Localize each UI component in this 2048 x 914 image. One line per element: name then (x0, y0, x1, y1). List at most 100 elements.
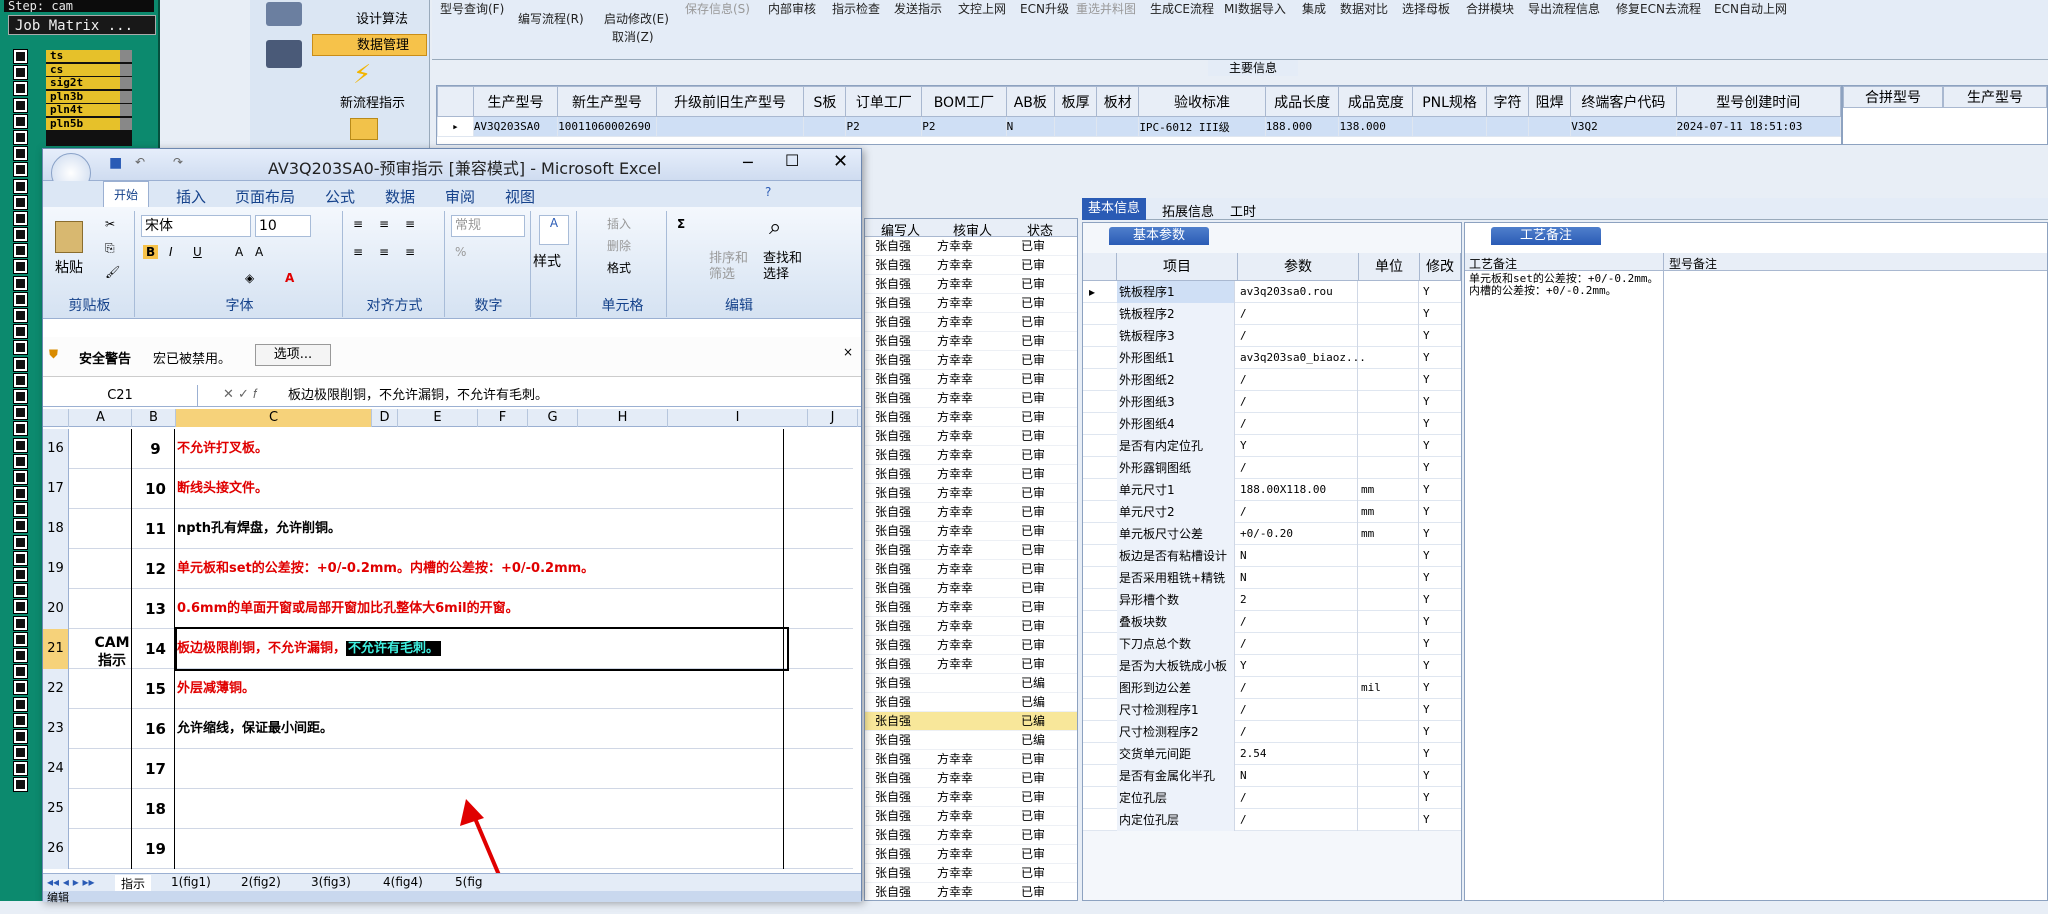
cell-number[interactable]: 18 (137, 789, 175, 829)
toolbar-btn-mi-import[interactable]: MI数据导入 (1224, 0, 1286, 17)
param-row[interactable]: 单元尺寸1 188.00X118.00 mm Y (1083, 479, 1461, 501)
toolbar-btn-send[interactable]: 发送指示 (894, 0, 942, 17)
col-header[interactable]: B (132, 409, 176, 427)
toolbar-btn-reselect[interactable]: 重选并料图 (1076, 0, 1136, 17)
param-value[interactable]: / (1238, 699, 1358, 721)
layer-checkbox[interactable] (13, 162, 28, 178)
layer-checkbox[interactable] (13, 49, 28, 64)
col-header[interactable]: J (808, 409, 858, 427)
list-item[interactable]: 张自强 方幸幸 已审 (865, 636, 1077, 655)
tab-view[interactable]: 视图 (505, 186, 535, 207)
layer-checkbox[interactable] (13, 647, 28, 663)
layer-checkbox[interactable] (13, 113, 28, 129)
col-header[interactable]: 新生产型号 (557, 86, 657, 117)
layer-checkbox[interactable] (13, 534, 28, 550)
param-row[interactable]: 单元尺寸2/mm Y (1083, 501, 1461, 523)
layer-checkbox[interactable] (13, 324, 28, 340)
toolbar-btn-save[interactable]: 保存信息(S) (685, 0, 750, 17)
cell-j[interactable] (783, 629, 853, 669)
param-value[interactable]: / (1238, 611, 1358, 633)
list-item[interactable]: 张自强 方幸幸 已审 (865, 503, 1077, 522)
row-number[interactable]: 22 (43, 669, 69, 709)
layer-item[interactable]: pln3b (46, 90, 132, 103)
cell-j[interactable] (783, 589, 853, 629)
param-modify[interactable]: Y (1420, 699, 1450, 721)
table-cell[interactable]: 138.000 (1338, 116, 1414, 137)
layer-checkbox[interactable] (13, 728, 28, 744)
param-row[interactable]: 外形图纸2/ Y (1083, 369, 1461, 391)
row-number[interactable]: 23 (43, 709, 69, 749)
param-row[interactable]: 板边是否有粘槽设计 N Y (1083, 545, 1461, 567)
row-number[interactable]: 20 (43, 589, 69, 629)
tab-data[interactable]: 数据 (385, 186, 415, 207)
toolbar-btn-internal-review[interactable]: 内部审核 (768, 0, 816, 17)
param-modify[interactable]: Y (1420, 413, 1450, 435)
layer-checkbox[interactable] (13, 340, 28, 356)
col-header[interactable]: 板材 (1096, 86, 1140, 117)
layer-checkbox[interactable] (13, 518, 28, 534)
param-row[interactable]: ▸ 铣板程序1 av3q203sa0.rou Y (1083, 281, 1461, 303)
font-size-select[interactable]: 10 (255, 215, 311, 237)
layer-checkbox[interactable] (13, 405, 28, 421)
param-modify[interactable]: Y (1420, 677, 1450, 699)
cell-j[interactable] (783, 709, 853, 749)
tab-basic-info[interactable]: 基本信息 (1082, 198, 1146, 220)
param-row[interactable]: 是否有内定位孔 Y Y (1083, 435, 1461, 457)
col-header[interactable]: 单位 (1359, 253, 1420, 281)
cell-a[interactable] (70, 789, 132, 829)
table-cell[interactable] (1096, 116, 1140, 137)
list-item[interactable]: 张自强 方幸幸 已审 (865, 313, 1077, 332)
formula-input[interactable]: 板边极限削铜，不允许漏铜，不允许有毛刺。 (288, 385, 848, 407)
layer-checkbox[interactable] (13, 227, 28, 243)
options-button[interactable]: 选项... (255, 344, 331, 366)
list-item[interactable]: 张自强 方幸幸 已审 (865, 427, 1077, 446)
layer-checkbox[interactable] (13, 129, 28, 145)
param-value[interactable]: / (1238, 369, 1358, 391)
param-value[interactable]: / (1238, 501, 1358, 523)
table-cell[interactable] (1528, 116, 1572, 137)
param-row[interactable]: 铣板程序2/ Y (1083, 303, 1461, 325)
col-header[interactable]: 阻焊 (1528, 86, 1572, 117)
list-item[interactable]: 张自强 方幸幸 已审 (865, 408, 1077, 427)
param-row[interactable]: 单元板尺寸公差 +0/-0.20 mm Y (1083, 523, 1461, 545)
cell-instruction[interactable]: npth孔有焊盘，允许削铜。 (177, 509, 787, 549)
sheet-tab[interactable]: 2(fig2) (241, 875, 281, 889)
col-header[interactable]: C (176, 409, 372, 427)
param-value[interactable]: N (1238, 567, 1358, 589)
param-row[interactable]: 交货单元间距 2.54 Y (1083, 743, 1461, 765)
list-item[interactable]: 张自强 方幸幸 已审 (865, 788, 1077, 807)
cell-a[interactable] (70, 469, 132, 509)
insert-cells-button[interactable]: 插入 (607, 215, 631, 232)
layer-checkbox[interactable] (13, 275, 28, 291)
col-header[interactable]: F (478, 409, 528, 427)
layer-checkbox[interactable] (13, 210, 28, 226)
param-row[interactable]: 外形图纸1 av3q203sa0_biaoz... Y (1083, 347, 1461, 369)
toolbar-btn-export-flow[interactable]: 导出流程信息 (1528, 0, 1600, 17)
sum-icon[interactable]: Σ (677, 217, 685, 231)
find-select-button[interactable]: 查找和选择 (763, 251, 807, 283)
param-value[interactable]: N (1238, 545, 1358, 567)
param-modify[interactable]: Y (1420, 633, 1450, 655)
cell-a[interactable] (70, 549, 132, 589)
cell-number[interactable]: 15 (137, 669, 175, 709)
cell-number[interactable]: 13 (137, 589, 175, 629)
close-icon[interactable]: ✕ (833, 151, 848, 172)
grow-font-icon[interactable]: A (235, 245, 243, 259)
col-header[interactable]: 字符 (1485, 86, 1530, 117)
styles-icon[interactable]: A (539, 215, 569, 245)
param-modify[interactable]: Y (1420, 281, 1450, 303)
param-modify[interactable]: Y (1420, 655, 1450, 677)
param-modify[interactable]: Y (1420, 809, 1450, 831)
list-item[interactable]: 张自强 方幸幸 已审 (865, 256, 1077, 275)
layer-checkbox[interactable] (13, 388, 28, 404)
toolbar-btn-compare[interactable]: 数据对比 (1340, 0, 1388, 17)
toolbar-btn-check[interactable]: 指示检查 (832, 0, 880, 17)
param-value[interactable]: N (1238, 765, 1358, 787)
param-modify[interactable]: Y (1420, 523, 1450, 545)
layer-checkbox[interactable] (13, 745, 28, 761)
cell-number[interactable]: 17 (137, 749, 175, 789)
table-cell[interactable]: 2024-07-11 18:51:03 (1675, 116, 1842, 137)
close-warning-icon[interactable]: × (843, 345, 853, 359)
sheet-nav-icon[interactable]: ◂◂ ◂ ▸ ▸▸ (47, 875, 95, 889)
col-header[interactable]: 终端客户代码 (1570, 86, 1677, 117)
